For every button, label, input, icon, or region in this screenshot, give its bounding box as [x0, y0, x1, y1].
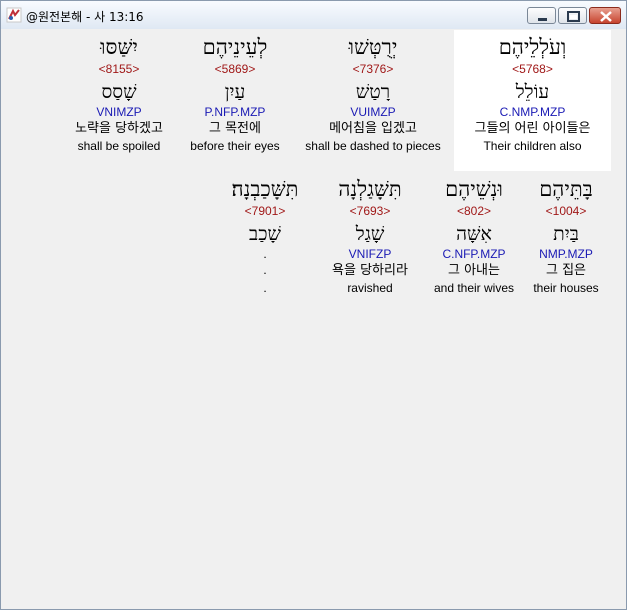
- word-block[interactable]: יְרֻטְּשׁוּ <7376> רָטַשׁ VUIMZP 메어침을 입겠…: [293, 34, 453, 154]
- morphology-code[interactable]: VNIFZP: [318, 247, 422, 262]
- morphology-code[interactable]: P.NFP.MZP: [182, 105, 288, 120]
- lemma-word: עוֹלֵל: [515, 81, 550, 103]
- korean-gloss: 그 집은: [545, 263, 586, 278]
- strong-number-link[interactable]: <1004>: [526, 204, 606, 219]
- restore-icon: [567, 11, 580, 22]
- lemma-word: אִשָּׁה: [456, 223, 492, 245]
- strong-number-link[interactable]: <7901>: [210, 204, 320, 219]
- word-block[interactable]: יִשַּׁסּוּ <8155> שָׁסַס VNIMZP 노략을 당하겠고…: [62, 34, 176, 154]
- strong-number-link[interactable]: <802>: [428, 204, 520, 219]
- morphology-code[interactable]: NMP.MZP: [526, 247, 606, 262]
- hebrew-word: וּנְשֵׁיהֶם: [445, 177, 503, 201]
- strong-number-link[interactable]: <8155>: [62, 62, 176, 77]
- close-button[interactable]: [589, 7, 621, 24]
- lemma-word: שָׁכַב: [249, 223, 281, 245]
- english-gloss: .: [263, 281, 267, 295]
- korean-gloss: 노략을 당하겠고: [75, 121, 163, 136]
- strong-number-link[interactable]: <7693>: [318, 204, 422, 219]
- english-gloss: before their eyes: [190, 139, 280, 153]
- word-block[interactable]: לְעֵינֵיהֶם <5869> עַיִן P.NFP.MZP 그 목전에…: [182, 34, 288, 154]
- morphology-code[interactable]: C.NFP.MZP: [428, 247, 520, 262]
- strong-number-link[interactable]: <7376>: [293, 62, 453, 77]
- minimize-icon: [538, 18, 547, 21]
- hebrew-word: וְעֹלְלֵיהֶם: [498, 35, 567, 59]
- morphology-code[interactable]: VNIMZP: [62, 105, 176, 120]
- lemma-word: רָטַשׁ: [355, 81, 391, 103]
- word-block[interactable]: תִּשָּׁכַבְנָה׃ <7901> שָׁכַב . . .: [210, 176, 320, 296]
- morphology-code[interactable]: .: [210, 247, 320, 262]
- korean-gloss: 그 목전에: [209, 121, 261, 136]
- english-gloss: shall be spoiled: [77, 139, 161, 153]
- korean-gloss: 욕을 당하리라: [332, 263, 408, 278]
- app-icon[interactable]: [6, 7, 22, 23]
- morphology-code[interactable]: VUIMZP: [293, 105, 453, 120]
- korean-gloss: 그 아내는: [448, 263, 500, 278]
- english-gloss: Their children also: [483, 139, 582, 153]
- hebrew-word: תִּשָּׁגַלְנָה: [338, 177, 402, 201]
- english-gloss: and their wives: [433, 281, 515, 295]
- hebrew-word: יִשַּׁסּוּ: [100, 35, 138, 59]
- korean-gloss: 메어침을 입겠고: [329, 121, 417, 136]
- title-bar[interactable]: @원전본해 - 사 13:16: [1, 1, 626, 29]
- lemma-word: עַיִן: [224, 81, 246, 103]
- morphology-code[interactable]: C.NMP.MZP: [454, 105, 611, 120]
- hebrew-word: בָּתֵּיהֶם: [539, 177, 593, 201]
- strong-number-link[interactable]: <5869>: [182, 62, 288, 77]
- lemma-word: בַּיִת: [553, 223, 579, 245]
- hebrew-word: יְרֻטְּשׁוּ: [348, 35, 398, 59]
- lemma-word: שָׁסַס: [101, 81, 137, 103]
- close-icon: [600, 11, 612, 22]
- word-block[interactable]: וְעֹלְלֵיהֶם <5768> עוֹלֵל C.NMP.MZP 그들의…: [454, 34, 611, 154]
- korean-gloss: .: [263, 264, 267, 277]
- lemma-word: שָׁגַל: [355, 223, 385, 245]
- minimize-button[interactable]: [527, 7, 556, 24]
- korean-gloss: 그들의 어린 아이들은: [474, 121, 591, 136]
- english-gloss: their houses: [533, 281, 599, 295]
- english-gloss: ravished: [347, 281, 393, 295]
- interlinear-panel: וְעֹלְלֵיהֶם <5768> עוֹלֵל C.NMP.MZP 그들의…: [6, 30, 621, 604]
- word-block[interactable]: תִּשָּׁגַלְנָה <7693> שָׁגַל VNIFZP 욕을 당…: [318, 176, 422, 296]
- main-window: @원전본해 - 사 13:16 וְעֹלְלֵיהֶם <5768> עוֹל…: [0, 0, 627, 610]
- word-block[interactable]: בָּתֵּיהֶם <1004> בַּיִת NMP.MZP 그 집은 th…: [526, 176, 606, 296]
- maximize-button[interactable]: [558, 7, 587, 24]
- strong-number-link[interactable]: <5768>: [454, 62, 611, 77]
- hebrew-word: לְעֵינֵיהֶם: [202, 35, 268, 59]
- word-block[interactable]: וּנְשֵׁיהֶם <802> אִשָּׁה C.NFP.MZP 그 아내…: [428, 176, 520, 296]
- window-title: @원전본해 - 사 13:16: [26, 10, 144, 24]
- hebrew-word: תִּשָּׁכַבְנָה׃: [231, 177, 299, 201]
- english-gloss: shall be dashed to pieces: [305, 139, 441, 153]
